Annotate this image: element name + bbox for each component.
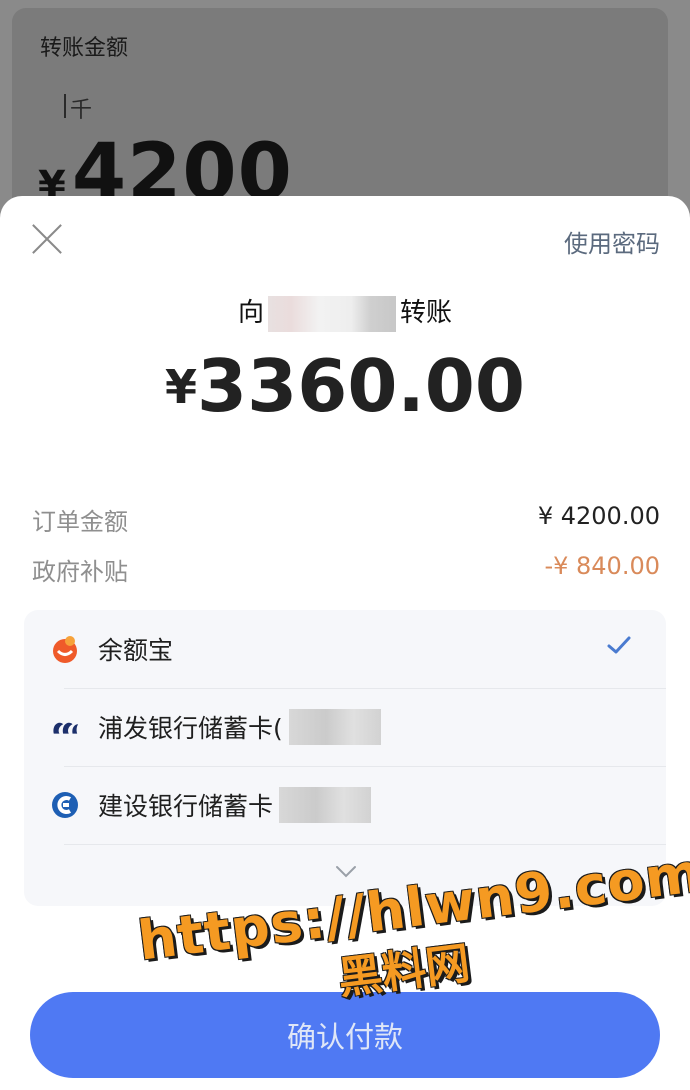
order-amount-label: 订单金额 <box>32 508 128 536</box>
pay-amount-value: 3360.00 <box>197 344 525 428</box>
use-password-link[interactable]: 使用密码 <box>564 224 660 259</box>
divider <box>64 844 666 845</box>
payment-method-ccb[interactable]: 建设银行储蓄卡 <box>24 766 666 844</box>
payment-method-spdb[interactable]: 浦发银行储蓄卡( <box>24 688 666 766</box>
recipient-line: 向 转账 <box>0 292 690 332</box>
subsidy-row: 政府补贴 -¥ 840.00 <box>32 552 660 587</box>
subsidy-label: 政府补贴 <box>32 558 128 586</box>
payment-method-name: 建设银行储蓄卡 <box>98 792 274 821</box>
payment-method-yuebao[interactable]: 余额宝 <box>24 610 666 688</box>
check-icon <box>606 634 632 660</box>
transfer-amount-title: 转账金额 <box>40 36 129 61</box>
close-icon[interactable] <box>30 222 64 256</box>
amount-unit-hint: 千 <box>63 92 92 124</box>
payment-screen: 转账金额 千 ¥ 4200 使用密码 向转账 ¥3360.00 订单金额 ¥ 4… <box>0 0 690 1090</box>
pay-currency-symbol: ¥ <box>165 360 198 414</box>
card-number-redacted <box>288 709 381 745</box>
recipient-prefix: 向 <box>237 298 264 328</box>
payment-method-name: 余额宝 <box>98 636 174 665</box>
chevron-down-icon[interactable] <box>335 864 357 883</box>
ccb-icon <box>50 790 80 820</box>
subsidy-value: -¥ 840.00 <box>544 552 660 580</box>
card-number-redacted <box>279 787 372 823</box>
recipient-name-redacted <box>268 295 396 332</box>
pay-amount: ¥3360.00 <box>0 344 690 428</box>
yuebao-icon <box>50 634 80 664</box>
spdb-icon <box>50 712 80 742</box>
recipient-suffix: 转账 <box>400 298 453 328</box>
order-amount-value: ¥ 4200.00 <box>537 502 660 530</box>
payment-method-name: 浦发银行储蓄卡( <box>98 714 283 743</box>
order-amount-row: 订单金额 ¥ 4200.00 <box>32 502 660 537</box>
